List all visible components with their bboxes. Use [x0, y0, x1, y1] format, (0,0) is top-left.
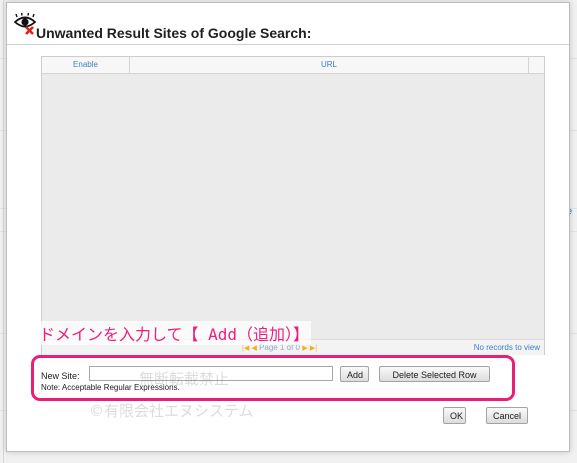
- annotation-highlight-box: [31, 355, 515, 401]
- sites-grid: Enable URL |◀ ◀ Page 1 of 0 ▶ ▶| No reco…: [41, 56, 545, 355]
- dialog-title: Unwanted Result Sites of Google Search:: [36, 25, 312, 41]
- title-divider: [7, 44, 569, 45]
- watermark-line-1: 無断転載禁止: [139, 370, 230, 388]
- background-edge: [3, 0, 4, 463]
- ok-button[interactable]: OK: [443, 407, 466, 424]
- watermark-line-2: ©有限会社エヌシステム: [89, 402, 254, 420]
- no-records-text: No records to view: [473, 343, 540, 352]
- column-header-enable[interactable]: Enable: [42, 57, 130, 73]
- first-page-icon[interactable]: |◀: [242, 345, 249, 352]
- grid-body: [42, 74, 544, 338]
- prev-page-icon[interactable]: ◀: [251, 345, 256, 352]
- unwanted-sites-dialog: Unwanted Result Sites of Google Search: …: [6, 2, 570, 452]
- next-page-icon[interactable]: ▶: [302, 345, 307, 352]
- cancel-button[interactable]: Cancel: [486, 407, 528, 424]
- tutorial-annotation: ドメインを入力して【 Add（追加）】: [37, 321, 312, 345]
- last-page-icon[interactable]: ▶|: [310, 345, 317, 352]
- grid-header: Enable URL: [42, 57, 544, 74]
- column-header-url[interactable]: URL: [130, 57, 529, 73]
- eye-blocked-icon: [13, 12, 37, 35]
